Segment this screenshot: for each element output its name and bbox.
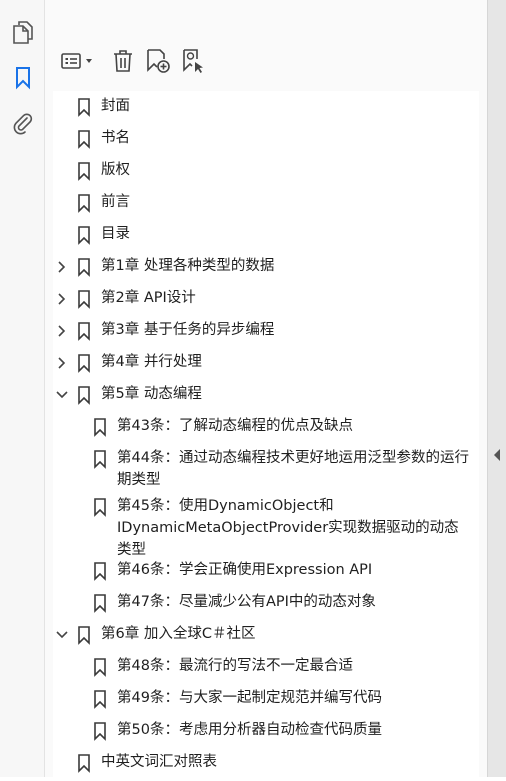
bookmark-tree: 封面书名版权前言目录第1章 处理各种类型的数据 第2章 API设计第3章 基于任务…: [53, 91, 479, 781]
bookmark-icon: [93, 561, 107, 581]
bookmark-label: 中英文词汇对照表: [101, 754, 217, 770]
collapse-left-icon[interactable]: [492, 447, 502, 463]
panel-collapse-strip[interactable]: [487, 0, 506, 777]
bookmark-item[interactable]: 第5章 动态编程: [53, 379, 479, 411]
bookmark-icon: [77, 129, 91, 149]
bookmark-icon[interactable]: [9, 64, 37, 92]
bookmark-label: 第46条：学会正确使用Expression API: [117, 562, 373, 578]
bookmark-label: 第5章 动态编程: [101, 386, 202, 402]
chevron-right-icon[interactable]: [55, 291, 69, 307]
bookmark-icon: [93, 497, 107, 517]
bookmark-item[interactable]: 第49条：与大家一起制定规范并编写代码: [53, 683, 479, 715]
bookmark-item[interactable]: 第6章 加入全球C＃社区: [53, 619, 479, 651]
bookmark-icon: [93, 449, 107, 469]
bookmark-icon: [77, 321, 91, 341]
list-options-icon[interactable]: [59, 46, 97, 76]
chevron-right-icon[interactable]: [55, 355, 69, 371]
chevron-down-icon[interactable]: [55, 387, 69, 403]
bookmark-icon: [77, 97, 91, 117]
bookmark-label: 第49条：与大家一起制定规范并编写代码: [117, 690, 382, 706]
bookmark-label: 目录: [101, 226, 130, 242]
bookmark-item[interactable]: 封面: [53, 91, 479, 123]
bookmark-icon: [77, 625, 91, 645]
bookmark-item[interactable]: 第50条：考虑用分析器自动检查代码质量: [53, 715, 479, 747]
bookmark-label: 第50条：考虑用分析器自动检查代码质量: [117, 722, 382, 738]
bookmark-icon: [93, 593, 107, 613]
bookmark-item[interactable]: 第48条：最流行的写法不一定最合适: [53, 651, 479, 683]
bookmark-label: 第3章 基于任务的异步编程: [101, 322, 275, 338]
bookmark-item[interactable]: 目录: [53, 219, 479, 251]
bookmark-label: 第43条：了解动态编程的优点及缺点: [117, 418, 353, 434]
attachment-icon[interactable]: [9, 110, 37, 138]
bookmark-label: 第2章 API设计: [101, 290, 196, 306]
bookmark-label: 第45条：使用DynamicObject和IDynamicMetaObjectP…: [117, 498, 459, 558]
bookmark-item[interactable]: 第3章 基于任务的异步编程: [53, 315, 479, 347]
find-bookmark-icon[interactable]: [179, 46, 209, 76]
bookmark-icon: [77, 353, 91, 373]
chevron-down-icon[interactable]: [55, 627, 69, 643]
bookmark-icon: [77, 193, 91, 213]
bookmark-icon: [77, 257, 91, 277]
bookmark-icon: [77, 289, 91, 309]
bookmark-label: 第4章 并行处理: [101, 354, 202, 370]
bookmark-icon: [77, 385, 91, 405]
pages-icon[interactable]: [9, 18, 37, 46]
bookmark-item[interactable]: 前言: [53, 187, 479, 219]
bookmark-label: 第1章 处理各种类型的数据: [101, 258, 275, 274]
bookmark-item[interactable]: 中英文词汇对照表: [53, 747, 479, 779]
bookmark-icon: [93, 721, 107, 741]
bookmark-item[interactable]: 版权: [53, 155, 479, 187]
bookmarks-panel: 封面书名版权前言目录第1章 处理各种类型的数据 第2章 API设计第3章 基于任务…: [45, 0, 487, 781]
chevron-right-icon[interactable]: [55, 259, 69, 275]
bookmark-label: 封面: [101, 98, 130, 114]
bookmark-icon: [93, 417, 107, 437]
bookmark-item[interactable]: 第46条：学会正确使用Expression API: [53, 555, 479, 587]
bookmark-label: 第6章 加入全球C＃社区: [101, 626, 256, 642]
trash-icon[interactable]: [109, 46, 137, 76]
bookmark-item[interactable]: 第44条：通过动态编程技术更好地运用泛型参数的运行期类型: [53, 443, 479, 491]
bookmark-item[interactable]: 第2章 API设计: [53, 283, 479, 315]
bookmark-item[interactable]: 第47条：尽量减少公有API中的动态对象: [53, 587, 479, 619]
bookmark-icon: [77, 753, 91, 773]
bookmark-label: 书名: [101, 130, 130, 146]
bookmark-item[interactable]: 第43条：了解动态编程的优点及缺点: [53, 411, 479, 443]
bookmark-item[interactable]: 第4章 并行处理: [53, 347, 479, 379]
bookmark-label: 第48条：最流行的写法不一定最合适: [117, 658, 353, 674]
bookmark-icon: [93, 657, 107, 677]
chevron-right-icon[interactable]: [55, 323, 69, 339]
bookmark-item[interactable]: 书名: [53, 123, 479, 155]
navigation-rail: [0, 0, 45, 777]
bookmark-label: 前言: [101, 194, 130, 210]
bookmark-label: 版权: [101, 162, 130, 178]
bookmark-icon: [77, 161, 91, 181]
bookmarks-toolbar: [45, 0, 487, 90]
add-bookmark-icon[interactable]: [143, 46, 173, 76]
bookmark-icon: [93, 689, 107, 709]
bookmark-label: 第47条：尽量减少公有API中的动态对象: [117, 594, 376, 610]
bookmark-icon: [77, 225, 91, 245]
bookmark-item[interactable]: 第1章 处理各种类型的数据: [53, 251, 479, 283]
bookmark-label: 第44条：通过动态编程技术更好地运用泛型参数的运行期类型: [117, 450, 469, 488]
bookmark-item[interactable]: 第45条：使用DynamicObject和IDynamicMetaObjectP…: [53, 491, 479, 558]
